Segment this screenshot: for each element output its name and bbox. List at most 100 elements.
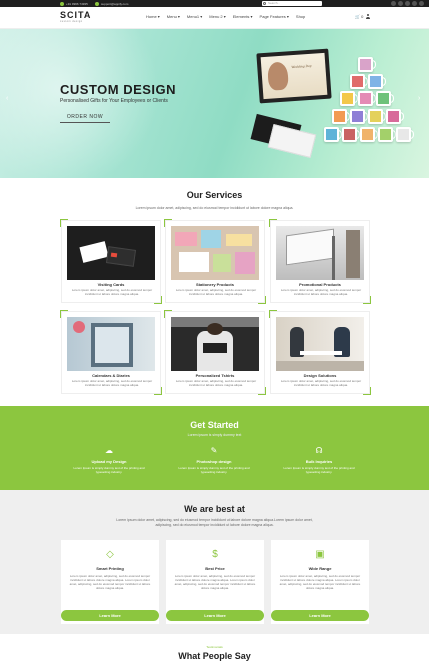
- service-card-design[interactable]: Design Solutions Lorem ipsum dolor amet,…: [269, 310, 371, 395]
- service-card-stationery[interactable]: Stationery Products Lorem ipsum dolor am…: [164, 219, 266, 304]
- feature-title: Upload my Design: [91, 459, 127, 464]
- stationery-image: [171, 226, 259, 280]
- learn-more-button[interactable]: Learn More: [61, 610, 159, 621]
- learn-more-button[interactable]: Learn More: [166, 610, 264, 621]
- card-text: Lorem ipsum dolor amet, adipiscing, sed …: [175, 288, 257, 296]
- hero-slider: ‹ › CUSTOM DESIGN Personalised Gifts for…: [0, 29, 429, 178]
- card-title: Design Solutions: [303, 373, 337, 378]
- card-title: Promotional Products: [299, 282, 341, 287]
- service-card-visiting-cards[interactable]: Visiting Cards Lorem ipsum dolor amet, a…: [60, 219, 162, 304]
- nav-item-menu2[interactable]: Menu 2 ▾: [209, 14, 225, 19]
- best-lead: Lorem ipsum dolor amet, adipiscing, sed …: [116, 518, 313, 527]
- card-text: Lorem ipsum dolor amet, adipiscing, sed …: [71, 379, 153, 387]
- feature-text: Lorem Ipsum is simply dummy text of the …: [73, 466, 145, 474]
- hero-title: CUSTOM DESIGN: [60, 82, 177, 97]
- slider-next-button[interactable]: ›: [418, 95, 420, 102]
- feature-title: Photoshop design: [196, 459, 232, 464]
- get-started-bulk[interactable]: ☊ Bulk Inquiries Lorem Ipsum is simply d…: [279, 446, 359, 474]
- testimonials-eyebrow: Testimonials: [206, 645, 223, 649]
- card-corner: [363, 296, 371, 304]
- cloud-upload-icon: ☁: [105, 446, 113, 455]
- get-started-title: Get Started: [190, 420, 239, 430]
- email-contact[interactable]: support@appify.com: [95, 0, 128, 7]
- search-input[interactable]: Search...: [262, 1, 322, 6]
- best-card-smart-printing: ◇ Smart Printing Lorem ipsum dolor amet,…: [61, 540, 159, 624]
- learn-more-button[interactable]: Learn More: [271, 610, 369, 621]
- card-title: Visiting Cards: [97, 282, 125, 287]
- best-card-text: Lorem ipsum dolor amet, adipiscing, sed …: [174, 574, 256, 590]
- nav-item-elements[interactable]: Elements ▾: [233, 14, 253, 19]
- feature-text: Lorem Ipsum is simply dummy text of the …: [178, 466, 250, 474]
- get-started-photoshop[interactable]: ✎ Photoshop design Lorem Ipsum is simply…: [174, 446, 254, 474]
- promotional-image: [276, 226, 364, 280]
- card-corner: [258, 296, 266, 304]
- diamond-icon: ◇: [106, 549, 114, 560]
- visiting-cards-image: [67, 226, 155, 280]
- social-links: [391, 1, 424, 6]
- best-card-wide-range: ▣ Wide Range Lorem ipsum dolor amet, adi…: [271, 540, 369, 624]
- service-card-promotional[interactable]: Promotional Products Lorem ipsum dolor a…: [269, 219, 371, 304]
- instagram-icon[interactable]: [419, 1, 424, 6]
- card-title: Stationery Products: [195, 282, 234, 287]
- get-started-upload[interactable]: ☁ Upload my Design Lorem Ipsum is simply…: [69, 446, 149, 474]
- design-image: [276, 317, 364, 371]
- facebook-icon[interactable]: [391, 1, 396, 6]
- search-placeholder: Search...: [268, 1, 281, 5]
- best-card-title: Smart Printing: [96, 566, 124, 571]
- card-text: Lorem ipsum dolor amet, adipiscing, sed …: [175, 379, 257, 387]
- nav-item-menu[interactable]: Menu ▾: [167, 14, 180, 19]
- phone-contact[interactable]: +91 9966 74935: [60, 0, 88, 7]
- card-corner: [363, 387, 371, 395]
- cart-button[interactable]: 🛒 0: [355, 14, 363, 19]
- service-card-calendars[interactable]: Calendars & Diaries Lorem ipsum dolor am…: [60, 310, 162, 395]
- card-corner: [154, 296, 162, 304]
- main-nav: SCITA custom design Home ▾ Menu ▾ Menu1 …: [0, 7, 429, 29]
- edit-icon: ✎: [210, 446, 218, 455]
- logo[interactable]: SCITA: [60, 10, 91, 20]
- order-now-button[interactable]: ORDER NOW: [60, 112, 110, 123]
- card-corner: [258, 387, 266, 395]
- best-title: We are best at: [184, 504, 245, 514]
- best-card-title: Best Price: [205, 566, 225, 571]
- card-text: Lorem ipsum dolor amet, adipiscing, sed …: [280, 288, 362, 296]
- feature-text: Lorem Ipsum is simply dummy text of the …: [283, 466, 355, 474]
- frame-caption: Wedding Day: [291, 63, 312, 70]
- best-card-text: Lorem ipsum dolor amet, adipiscing, sed …: [69, 574, 151, 590]
- calendars-image: [67, 317, 155, 371]
- menu: Home ▾ Menu ▾ Menu1 ▾ Menu 2 ▾ Elements …: [146, 14, 305, 19]
- user-icon[interactable]: [366, 14, 370, 19]
- best-card-best-price: $ Best Price Lorem ipsum dolor amet, adi…: [166, 540, 264, 624]
- cart-icon: 🛒: [355, 14, 360, 19]
- hero-photo-frame: Wedding Day: [256, 48, 332, 104]
- slider-prev-button[interactable]: ‹: [6, 95, 8, 102]
- card-corner: [154, 387, 162, 395]
- image-icon: ▣: [315, 549, 325, 560]
- headset-icon: ☊: [315, 446, 323, 455]
- testimonials-title: What People Say: [178, 651, 251, 661]
- get-started-subtitle: Lorem ipsum is simply dummy text: [187, 433, 242, 437]
- googleplus-icon[interactable]: [405, 1, 410, 6]
- nav-item-menu1[interactable]: Menu1 ▾: [187, 14, 202, 19]
- hero-subtitle: Personalised Gifts for Your Employees or…: [60, 98, 168, 104]
- logo-tagline: custom design: [60, 20, 83, 23]
- services-lead: Lorem ipsum dolor amet, adipiscing, sed …: [135, 206, 294, 210]
- linkedin-icon[interactable]: [412, 1, 417, 6]
- search-icon: [263, 2, 266, 5]
- email-address: support@appify.com: [101, 1, 129, 6]
- best-card-text: Lorem ipsum dolor amet, adipiscing, sed …: [279, 574, 361, 590]
- card-title: Personalized Tshirts: [195, 373, 235, 378]
- phone-icon: [60, 1, 64, 6]
- services-title: Our Services: [186, 190, 243, 200]
- twitter-icon[interactable]: [398, 1, 403, 6]
- card-text: Lorem ipsum dolor amet, adipiscing, sed …: [280, 379, 362, 387]
- best-card-title: Wide Range: [308, 566, 332, 571]
- frame-picture: Wedding Day: [260, 52, 328, 100]
- hero-white-cards: [267, 124, 317, 158]
- dollar-icon: $: [212, 549, 218, 560]
- nav-item-shop[interactable]: Shop: [296, 14, 305, 19]
- service-card-tshirts[interactable]: Personalized Tshirts Lorem ipsum dolor a…: [164, 310, 266, 395]
- nav-item-page-features[interactable]: Page Features ▾: [260, 14, 289, 19]
- feature-title: Bulk Inquiries: [305, 459, 333, 464]
- card-title: Calendars & Diaries: [92, 373, 130, 378]
- nav-item-home[interactable]: Home ▾: [146, 14, 160, 19]
